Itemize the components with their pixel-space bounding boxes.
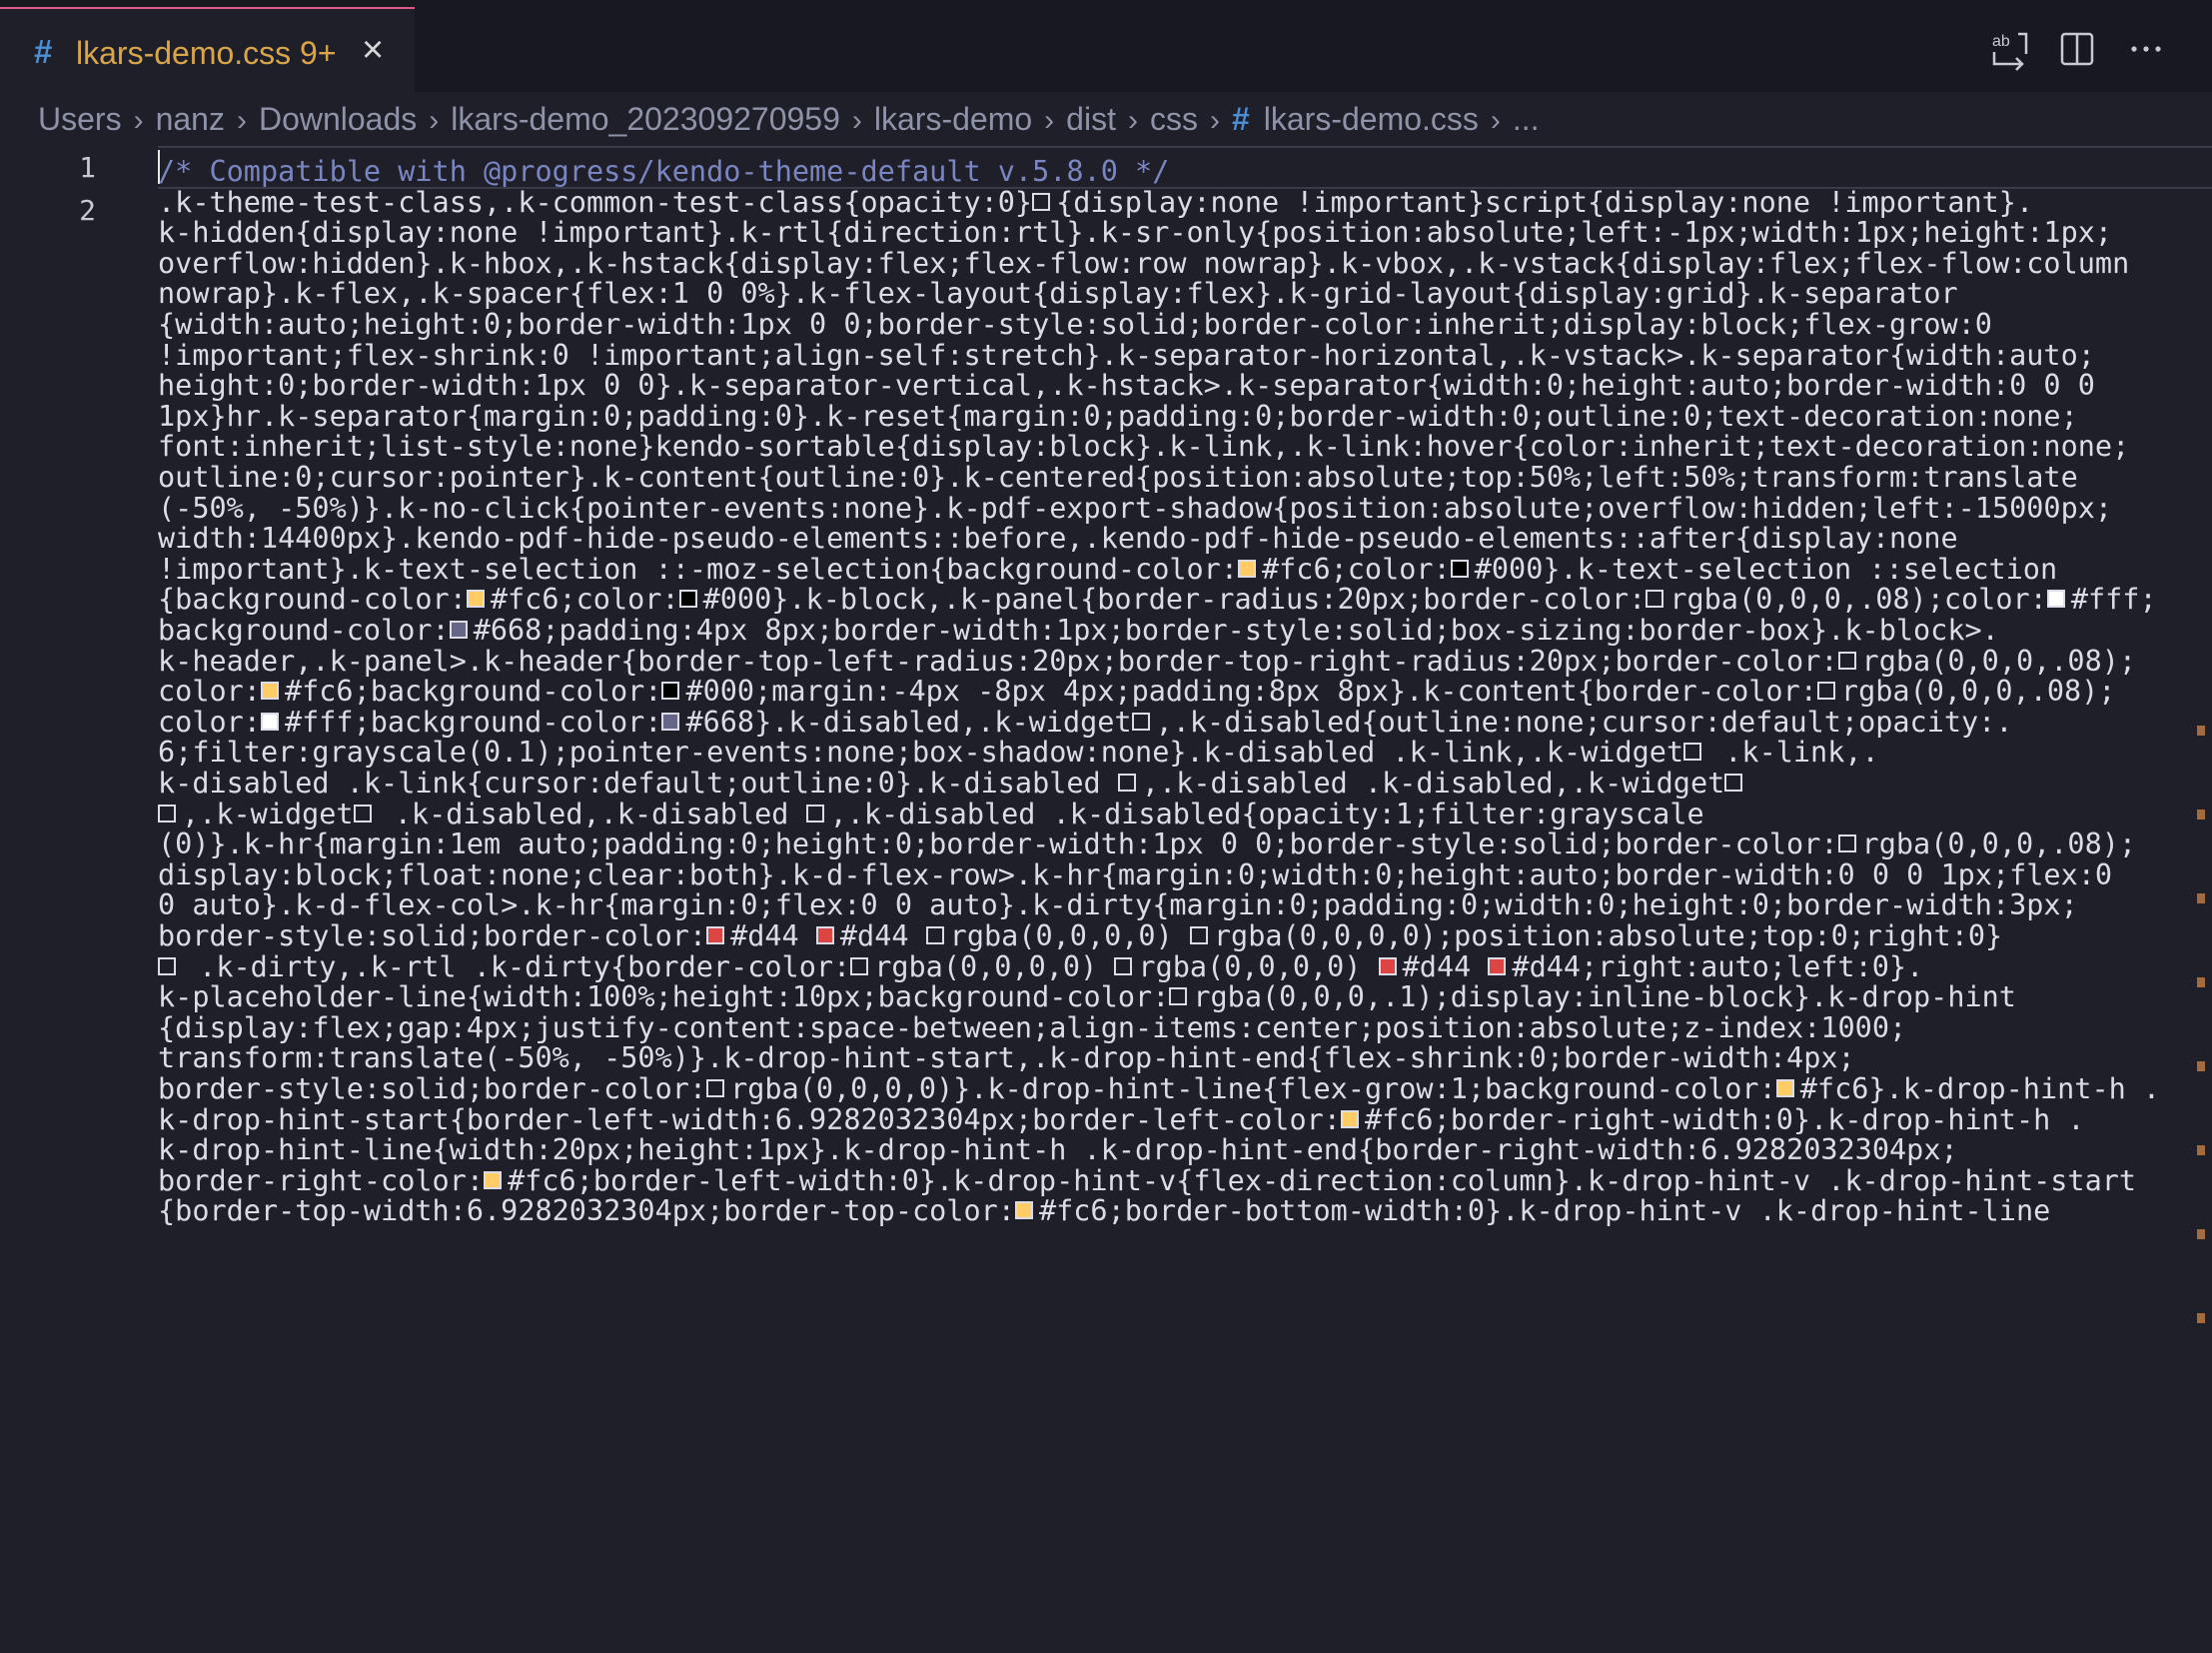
svg-text:ab: ab (1992, 33, 2010, 50)
color-swatch[interactable] (449, 621, 468, 639)
color-swatch[interactable] (1117, 774, 1136, 792)
color-swatch[interactable] (260, 682, 279, 701)
color-swatch[interactable] (1169, 987, 1188, 1006)
color-swatch[interactable] (678, 590, 697, 609)
breadcrumb-item[interactable]: nanz (156, 101, 225, 137)
code-line: {border-top-width:6.9282032304px;border-… (158, 1194, 2051, 1228)
color-swatch[interactable] (850, 956, 869, 975)
tab-bar: # lkars-demo.css 9+ × ab (0, 0, 2212, 92)
chevron-right-icon: › (133, 104, 144, 137)
overview-ruler-mark (2197, 1145, 2205, 1155)
chevron-right-icon: › (1490, 104, 1501, 137)
color-swatch[interactable] (1837, 651, 1856, 670)
color-swatch[interactable] (1131, 712, 1150, 731)
color-swatch[interactable] (1646, 590, 1664, 609)
chevron-right-icon: › (236, 104, 247, 137)
breadcrumb-item[interactable]: lkars-demo (874, 101, 1032, 137)
chevron-right-icon: › (1044, 104, 1055, 137)
breadcrumb: Users › nanz › Downloads › lkars-demo_20230927… (38, 96, 1540, 142)
color-swatch[interactable] (484, 1170, 503, 1189)
color-swatch[interactable] (158, 804, 176, 823)
breadcrumb-item[interactable]: Users (38, 101, 122, 137)
color-swatch[interactable] (353, 804, 372, 823)
css-file-icon: # (34, 33, 53, 70)
close-icon[interactable]: × (362, 29, 384, 72)
color-swatch[interactable] (1816, 682, 1835, 701)
css-file-icon: # (1231, 101, 1250, 137)
breadcrumb-item[interactable]: lkars-demo_202309270959 (451, 101, 840, 137)
color-swatch[interactable] (661, 682, 680, 701)
color-swatch[interactable] (1683, 743, 1702, 762)
color-swatch[interactable] (661, 712, 680, 731)
code-editor[interactable]: 1 2 /* Compatible with @progress/kendo-t… (0, 146, 2212, 1653)
overview-ruler-mark (2197, 977, 2205, 987)
color-swatch[interactable] (1189, 926, 1208, 944)
editor-tab[interactable]: # lkars-demo.css 9+ × (0, 7, 415, 92)
overview-ruler-mark (2197, 1061, 2205, 1071)
color-swatch[interactable] (1014, 1201, 1033, 1220)
color-swatch[interactable] (1488, 956, 1507, 975)
breadcrumb-item[interactable]: css (1150, 101, 1198, 137)
code-area[interactable]: /* Compatible with @progress/kendo-theme… (158, 146, 2212, 1653)
line-number-gutter: 1 2 (0, 146, 150, 1653)
chevron-right-icon: › (1127, 104, 1138, 137)
breadcrumb-item[interactable]: # lkars-demo.css (1232, 101, 1479, 137)
color-swatch[interactable] (2046, 590, 2065, 609)
color-swatch[interactable] (466, 590, 485, 609)
breadcrumb-item[interactable]: dist (1066, 101, 1116, 137)
color-swatch[interactable] (706, 1079, 725, 1097)
overview-ruler-mark (2197, 810, 2205, 820)
color-swatch[interactable] (260, 712, 279, 731)
split-editor-icon[interactable] (2056, 24, 2100, 74)
color-swatch[interactable] (1724, 774, 1743, 792)
color-swatch[interactable] (1340, 1109, 1359, 1128)
color-swatch[interactable] (706, 926, 725, 944)
line-number: 1 (79, 151, 96, 184)
chevron-right-icon: › (851, 104, 862, 137)
color-swatch[interactable] (1032, 192, 1051, 211)
breadcrumb-item[interactable]: Downloads (259, 101, 417, 137)
breadcrumb-item[interactable]: ... (1513, 101, 1540, 137)
overview-ruler-mark (2197, 893, 2205, 903)
overview-ruler-mark (2197, 1229, 2205, 1239)
compare-changes-icon[interactable]: ab (1988, 24, 2032, 74)
color-swatch[interactable] (1114, 956, 1133, 975)
color-swatch[interactable] (805, 804, 824, 823)
overview-ruler[interactable] (2197, 146, 2205, 1653)
more-actions-icon[interactable] (2124, 24, 2168, 74)
color-swatch[interactable] (1775, 1079, 1794, 1097)
overview-ruler-mark (2197, 726, 2205, 736)
tab-title: lkars-demo.css 9+ (76, 35, 337, 71)
chevron-right-icon: › (429, 104, 440, 137)
color-swatch[interactable] (1378, 956, 1397, 975)
color-swatch[interactable] (925, 926, 944, 944)
color-swatch[interactable] (1237, 559, 1256, 578)
color-swatch[interactable] (1450, 559, 1469, 578)
chevron-right-icon: › (1209, 104, 1220, 137)
color-swatch[interactable] (815, 926, 834, 944)
line-number: 2 (79, 194, 96, 227)
color-swatch[interactable] (158, 956, 176, 975)
overview-ruler-mark (2197, 1313, 2205, 1323)
color-swatch[interactable] (1837, 834, 1856, 853)
